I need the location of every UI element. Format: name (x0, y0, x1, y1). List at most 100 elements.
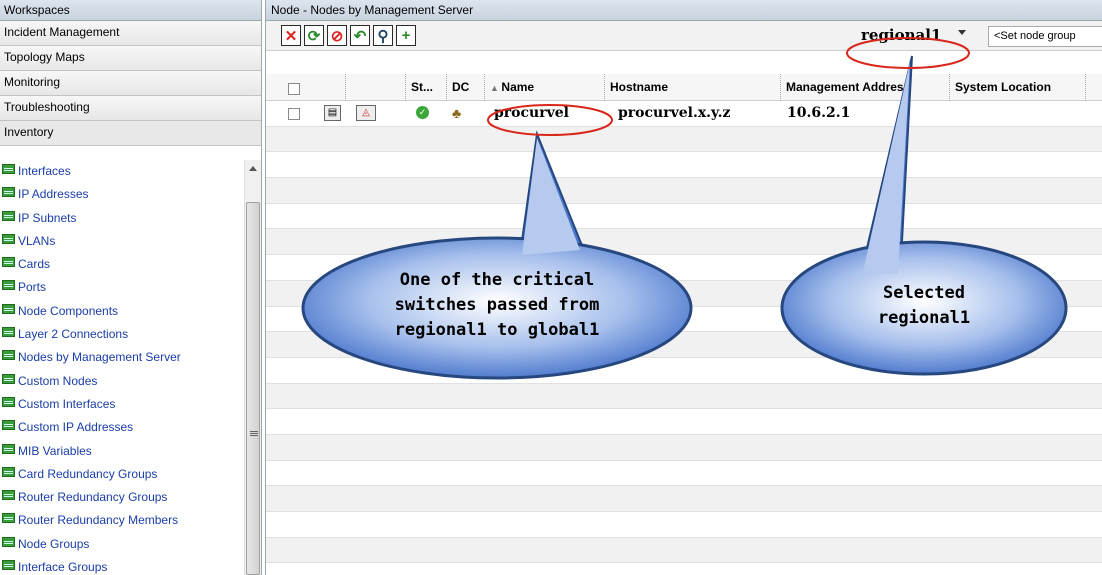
inventory-item-label: Interface Groups (18, 560, 108, 575)
inventory-item-label: Custom IP Addresses (18, 420, 134, 435)
sort-ascending-icon: ▲ (490, 83, 502, 93)
table-row[interactable] (266, 383, 1102, 410)
callout-left-line-2: switches passed from (394, 295, 600, 315)
inventory-item[interactable]: Custom Nodes (0, 370, 256, 393)
table-row[interactable] (266, 512, 1102, 538)
table-view-icon (2, 536, 15, 547)
inventory-item[interactable]: IP Subnets (0, 207, 256, 230)
inventory-item-label: Interfaces (18, 164, 71, 178)
callout-right-text: Selected regional1 (824, 281, 1024, 331)
table-row[interactable] (266, 434, 1102, 461)
workspace-inventory[interactable]: Inventory (0, 121, 261, 146)
inventory-item-label: MIB Variables (18, 443, 92, 458)
restore-icon[interactable]: ↶ (350, 25, 370, 46)
inventory-item-label: Nodes by Management Server (18, 350, 181, 365)
col-icon1 (306, 74, 346, 101)
cell-mgmt-address: 10.6.2.1 (787, 105, 851, 121)
table-row[interactable] (266, 178, 1102, 204)
workspace-monitoring[interactable]: Monitoring (0, 71, 261, 96)
table-view-icon (2, 490, 15, 501)
table-view-icon (2, 210, 15, 221)
table-view-icon (2, 280, 15, 291)
inventory-item[interactable]: Nodes by Management Server (0, 346, 256, 369)
table-row[interactable]: ▤ ◬ ✓ ♣ procurvel procurvel.x.y.z 10.6.2.1 (266, 101, 1102, 127)
table-view-icon (2, 396, 15, 407)
management-server-select[interactable]: regional1 (853, 25, 973, 47)
inventory-item[interactable]: Card Redundancy Groups (0, 463, 256, 486)
callout-right-line-1: Selected (883, 283, 965, 303)
scroll-up-arrow-icon[interactable] (249, 166, 257, 171)
inventory-item-label: VLANs (18, 233, 56, 248)
refresh-icon[interactable]: ⟳ (304, 25, 324, 46)
chevron-down-icon[interactable] (958, 30, 966, 35)
callout-left-text: One of the critical switches passed from… (320, 268, 674, 343)
col-status[interactable]: St... (407, 74, 447, 101)
callout-left-line-1: One of the critical (399, 270, 595, 290)
inventory-item[interactable]: Interfaces (0, 160, 256, 183)
inventory-item-label: IP Addresses (18, 187, 89, 202)
inventory-item[interactable]: Router Redundancy Members (0, 509, 256, 532)
inventory-item[interactable]: Layer 2 Connections (0, 323, 256, 346)
inventory-item-label: Node Components (18, 303, 119, 318)
find-icon[interactable]: ⚲ (373, 25, 393, 46)
workspace-topology-maps[interactable]: Topology Maps (0, 46, 261, 71)
scroll-grip-icon (250, 431, 258, 432)
workspaces-panel: Workspaces Incident Management Topology … (0, 0, 262, 575)
cell-name[interactable]: procurvel (494, 101, 569, 126)
open-form-icon[interactable]: ▤ (324, 105, 341, 121)
col-mgmt-address[interactable]: Management Address (782, 74, 950, 101)
inventory-scrollbar[interactable] (244, 160, 261, 575)
table-view-icon (2, 513, 15, 524)
status-normal-icon: ✓ (416, 106, 429, 119)
inventory-item[interactable]: VLANs (0, 230, 256, 253)
inventory-item-label: Router Redundancy Groups (18, 490, 168, 505)
row-checkbox[interactable] (288, 108, 300, 120)
col-dc[interactable]: DC (448, 74, 485, 101)
inventory-item[interactable]: Cards (0, 253, 256, 276)
inventory-item[interactable]: Node Groups (0, 533, 256, 556)
workspace-troubleshooting[interactable]: Troubleshooting (0, 96, 261, 121)
table-row[interactable] (266, 409, 1102, 435)
inventory-item[interactable]: Custom Interfaces (0, 393, 256, 416)
table-row[interactable] (266, 358, 1102, 384)
table-row[interactable] (266, 204, 1102, 230)
inventory-item-label: Custom Interfaces (18, 396, 116, 411)
table-view-icon (2, 303, 15, 314)
table-row[interactable] (266, 229, 1102, 256)
col-name[interactable]: ▲ Name (486, 74, 605, 101)
table-row[interactable] (266, 152, 1102, 179)
col-system-location[interactable]: System Location (951, 74, 1086, 101)
inventory-list: Interfaces IP Addresses IP Subnets VLANs Car… (0, 160, 256, 575)
inventory-item[interactable]: Custom IP Addresses (0, 416, 256, 439)
inventory-item[interactable]: Interface Groups (0, 556, 256, 575)
inventory-item[interactable]: Ports (0, 276, 256, 299)
table-row[interactable] (266, 461, 1102, 487)
table-view-icon (2, 373, 15, 384)
table-view-icon (2, 420, 15, 431)
workspace-incident-management[interactable]: Incident Management (0, 21, 261, 46)
table-row[interactable] (266, 126, 1102, 153)
table-view-icon (2, 466, 15, 477)
delete-icon[interactable]: ✕ (281, 25, 301, 46)
inventory-item-label: Cards (18, 257, 51, 272)
inventory-item-label: Router Redundancy Members (18, 513, 179, 528)
node-group-select[interactable]: <Set node group (988, 26, 1102, 47)
table-view-icon (2, 560, 15, 571)
inventory-item[interactable]: Node Components (0, 300, 256, 323)
inventory-item-label: Node Groups (18, 536, 90, 551)
table-row[interactable] (266, 486, 1102, 512)
stop-icon[interactable]: ⊘ (327, 25, 347, 46)
inventory-item[interactable]: MIB Variables (0, 440, 256, 463)
view-toolbar: ✕ ⟳ ⊘ ↶ ⚲ + regional1 <Set node group (266, 21, 1102, 51)
analysis-icon[interactable]: ◬ (356, 105, 376, 121)
inventory-item[interactable]: IP Addresses (0, 183, 256, 206)
scroll-thumb[interactable] (246, 202, 260, 575)
col-hostname[interactable]: Hostname (606, 74, 781, 101)
inventory-item-label: IP Subnets (18, 210, 77, 225)
workspaces-title: Workspaces (0, 0, 261, 21)
inventory-item[interactable]: Router Redundancy Groups (0, 486, 256, 509)
view-title: Node - Nodes by Management Server (266, 0, 1102, 21)
add-icon[interactable]: + (396, 25, 416, 46)
table-row[interactable] (266, 537, 1102, 564)
select-all-checkbox[interactable] (288, 83, 300, 95)
